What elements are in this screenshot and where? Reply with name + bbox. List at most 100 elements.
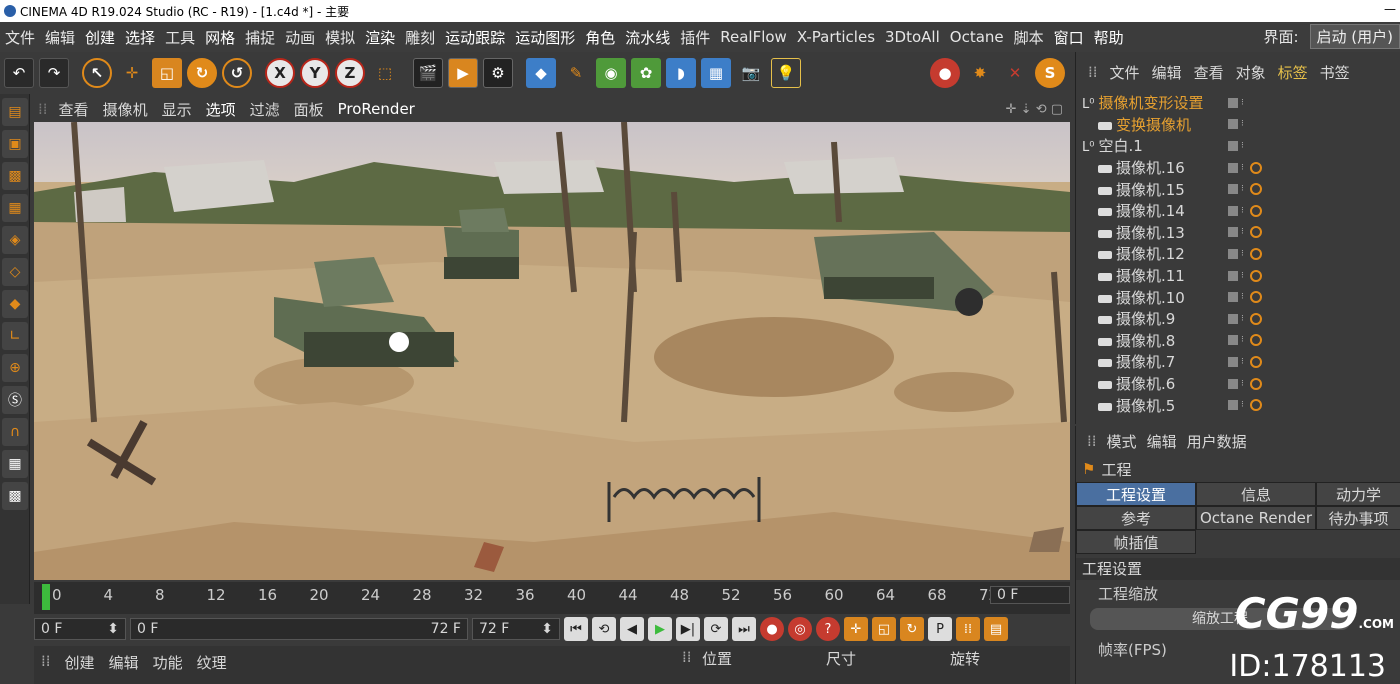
visibility-check-icon[interactable] — [1228, 162, 1238, 173]
visibility-dots-icon[interactable]: ⁝ — [1241, 400, 1247, 410]
visibility-check-icon[interactable] — [1228, 313, 1238, 324]
object-row[interactable]: 摄像机.15 ⁝ — [1076, 178, 1400, 200]
visibility-dots-icon[interactable]: ⁝ — [1241, 206, 1247, 216]
tab-reference[interactable]: 参考 — [1076, 506, 1196, 530]
menu-plugins[interactable]: 插件 — [675, 27, 715, 48]
visibility-dots-icon[interactable]: ⁝ — [1241, 163, 1247, 173]
visibility-dots-icon[interactable]: ⁝ — [1241, 292, 1247, 302]
menu-file[interactable]: 文件 — [0, 27, 40, 48]
menu-window[interactable]: 窗口 — [1049, 27, 1089, 48]
menu-script[interactable]: 脚本 — [1009, 27, 1049, 48]
x-axis-icon[interactable]: X — [265, 58, 295, 88]
object-row[interactable]: 摄像机.10 ⁝ — [1076, 286, 1400, 308]
mode-edges-icon[interactable]: ◇ — [2, 258, 28, 286]
menu-help[interactable]: 帮助 — [1089, 27, 1129, 48]
z-axis-icon[interactable]: Z — [335, 58, 365, 88]
protection-tag-icon[interactable] — [1250, 355, 1262, 368]
protection-tag-icon[interactable] — [1250, 204, 1262, 217]
object-row[interactable]: 摄像机.5 ⁝ — [1076, 394, 1400, 416]
mat-menu-texture[interactable]: 纹理 — [190, 652, 234, 673]
mode-texture-icon[interactable]: ▩ — [2, 162, 28, 190]
menu-create[interactable]: 创建 — [80, 27, 120, 48]
menu-mograph[interactable]: 运动图形 — [510, 27, 580, 48]
mat-menu-edit[interactable]: 编辑 — [102, 652, 146, 673]
visibility-check-icon[interactable] — [1228, 335, 1238, 346]
menu-mesh[interactable]: 网格 — [200, 27, 240, 48]
menu-snap[interactable]: 捕捉 — [240, 27, 280, 48]
coord-icon[interactable]: ⬚ — [370, 58, 400, 88]
scale-icon[interactable]: ◱ — [152, 58, 182, 88]
vp-menu-panel[interactable]: 面板 — [287, 99, 331, 120]
tweak-icon[interactable]: ⊕ — [2, 354, 28, 382]
start-frame-field[interactable]: 0 F ⬍ — [34, 618, 126, 640]
visibility-dots-icon[interactable]: ⁝ — [1241, 184, 1247, 194]
protection-tag-icon[interactable] — [1250, 269, 1262, 282]
menu-render[interactable]: 渲染 — [360, 27, 400, 48]
redo-icon[interactable]: ↷ — [39, 58, 69, 88]
vp-menu-view[interactable]: 查看 — [52, 99, 96, 120]
key-rotation-icon[interactable]: ↻ — [900, 617, 924, 641]
vp-menu-prorender[interactable]: ProRender — [331, 100, 422, 118]
prev-key-icon[interactable]: ⟲ — [592, 617, 616, 641]
visibility-check-icon[interactable] — [1228, 356, 1238, 367]
render-picture-icon[interactable]: ▶ — [448, 58, 478, 88]
magnet-icon[interactable]: ∩ — [2, 418, 28, 446]
object-row[interactable]: 摄像机.12 ⁝ — [1076, 243, 1400, 265]
mode-polygons-icon[interactable]: ◆ — [2, 290, 28, 318]
protection-tag-icon[interactable] — [1250, 291, 1262, 304]
mat-menu-function[interactable]: 功能 — [146, 652, 190, 673]
autokey-icon[interactable]: ◎ — [788, 617, 812, 641]
timeline-ruler[interactable]: 0 4 8 12 16 20 24 28 32 36 40 44 48 52 56 60 64 68 72 0 F — [34, 582, 1070, 614]
visibility-check-icon[interactable] — [1228, 270, 1238, 281]
rotate2-icon[interactable]: ↺ — [222, 58, 252, 88]
render-settings-icon[interactable]: ⚙ — [483, 58, 513, 88]
menu-realflow[interactable]: RealFlow — [715, 28, 792, 46]
visibility-dots-icon[interactable]: ⁝ — [1241, 357, 1247, 367]
move-icon[interactable]: ✛ — [117, 58, 147, 88]
object-row[interactable]: L⁰ 摄像机变形设置 ⁝ — [1076, 92, 1400, 114]
vp-menu-filter[interactable]: 过滤 — [243, 99, 287, 120]
frame-range-slider[interactable]: 0 F 72 F — [130, 618, 468, 640]
tab-dynamics[interactable]: 动力学 — [1316, 482, 1400, 506]
menu-octane[interactable]: Octane — [945, 28, 1009, 46]
go-to-end-icon[interactable]: ⏭ — [732, 617, 756, 641]
om-menu-file[interactable]: 文件 — [1104, 62, 1146, 83]
layout-dropdown[interactable]: 启动 (用户) — [1309, 24, 1400, 49]
vp-menu-display[interactable]: 显示 — [155, 99, 199, 120]
tab-info[interactable]: 信息 — [1196, 482, 1316, 506]
menu-edit[interactable]: 编辑 — [40, 27, 80, 48]
vp-menu-options[interactable]: 选项 — [199, 99, 243, 120]
go-to-start-icon[interactable]: ⏮ — [564, 617, 588, 641]
visibility-dots-icon[interactable]: ⁝ — [1241, 379, 1247, 389]
object-row[interactable]: 摄像机.11 ⁝ — [1076, 265, 1400, 287]
cloner-icon[interactable]: ✿ — [631, 58, 661, 88]
move-select-icon[interactable]: ↖ — [82, 58, 112, 88]
rotate-icon[interactable]: ↻ — [187, 58, 217, 88]
visibility-dots-icon[interactable]: ⁝ — [1241, 141, 1247, 151]
xparticles-icon[interactable]: ✸ — [965, 58, 995, 88]
light-icon[interactable]: 💡 — [771, 58, 801, 88]
visibility-check-icon[interactable] — [1228, 292, 1238, 303]
protection-tag-icon[interactable] — [1250, 334, 1262, 347]
menu-tools[interactable]: 工具 — [160, 27, 200, 48]
am-menu-edit[interactable]: 编辑 — [1142, 431, 1182, 452]
s-plugin-icon[interactable]: S — [1035, 58, 1065, 88]
visibility-dots-icon[interactable]: ⁝ — [1241, 249, 1247, 259]
render-view-icon[interactable]: 🎬 — [413, 58, 443, 88]
visibility-check-icon[interactable] — [1228, 400, 1238, 411]
object-row[interactable]: 摄像机.9 ⁝ — [1076, 308, 1400, 330]
y-axis-icon[interactable]: Y — [300, 58, 330, 88]
vp-menu-cameras[interactable]: 摄像机 — [96, 99, 155, 120]
end-frame-field[interactable]: 72 F ⬍ — [472, 618, 560, 640]
key-position-icon[interactable]: ✛ — [844, 617, 868, 641]
grid-icon[interactable]: ▩ — [2, 482, 28, 510]
axis-icon[interactable]: ∟ — [2, 322, 28, 350]
cube-icon[interactable]: ◆ — [526, 58, 556, 88]
menu-sculpt[interactable]: 雕刻 — [400, 27, 440, 48]
menu-simulate[interactable]: 模拟 — [320, 27, 360, 48]
object-row[interactable]: 摄像机.7 ⁝ — [1076, 351, 1400, 373]
next-key-icon[interactable]: ⟳ — [704, 617, 728, 641]
mode-workplane-icon[interactable]: ▦ — [2, 194, 28, 222]
record-icon[interactable]: ● — [760, 617, 784, 641]
camera-icon[interactable]: 📷 — [736, 58, 766, 88]
